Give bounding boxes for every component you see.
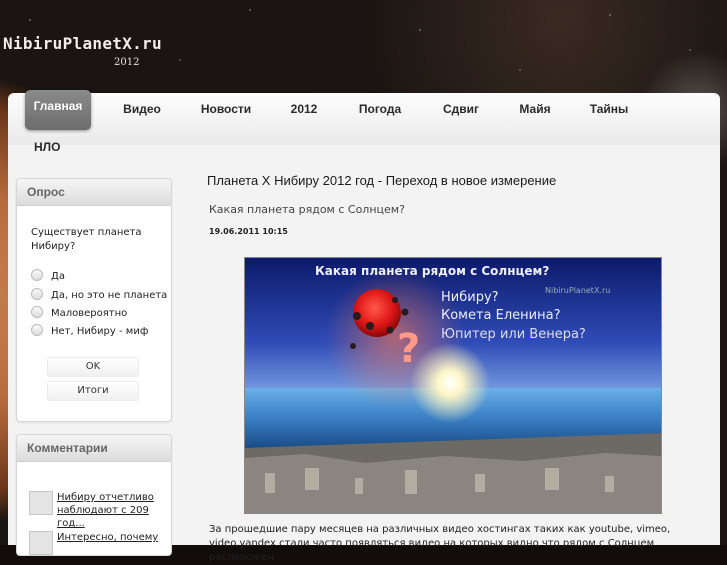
nav-item-maya[interactable]: Майя [510, 93, 560, 133]
nav-item-news[interactable]: Новости [194, 93, 258, 133]
question-mark-graphic: ? [397, 326, 421, 372]
poll-results-button[interactable]: Итоги [47, 381, 139, 401]
avatar [29, 491, 53, 515]
nav-item-video[interactable]: Видео [112, 93, 172, 133]
article-body-line: За прошедшие пару месяцев на различных в… [209, 524, 671, 535]
image-watermark: NibiruPlanetX.ru [545, 286, 611, 295]
poll-option[interactable]: Да, но это не планета [31, 288, 167, 301]
article-body-line: video.yandex стали часто появляться виде… [209, 538, 655, 563]
comments-box: Комментарии Нибиру отчетливо наблюдают с… [16, 434, 172, 556]
radio-button[interactable] [31, 306, 43, 318]
radio-button[interactable] [31, 324, 43, 336]
image-caption-line4: Юпитер или Венера? [441, 327, 586, 342]
comments-title: Комментарии [17, 435, 171, 462]
main-nav: Главная Видео Новости 2012 Погода Сдвиг … [8, 90, 720, 145]
article-image: Какая планета рядом с Солнцем? NibiruPla… [244, 257, 662, 514]
poll-box: Опрос Существует планета Нибиру? Да Да, … [16, 178, 172, 422]
avatar [29, 531, 53, 555]
nav-item-mysteries[interactable]: Тайны [581, 93, 637, 133]
nav-item-2012[interactable]: 2012 [284, 93, 324, 133]
nav-item-home[interactable]: Главная [25, 90, 91, 130]
poll-question: Существует планета Нибиру? [31, 227, 142, 252]
poll-ok-button[interactable]: OK [47, 357, 139, 377]
nav-item-weather[interactable]: Погода [348, 93, 412, 133]
nav-item-ufo[interactable]: НЛО [34, 140, 60, 154]
article-date: 19.06.2011 10:15 [209, 227, 288, 236]
poll-option[interactable]: Нет, Нибиру - миф [31, 324, 148, 337]
image-caption-line3: Комета Еленина? [441, 308, 561, 323]
article-title[interactable]: Планета Х Нибиру 2012 год - Переход в но… [207, 173, 556, 188]
nav-item-shift[interactable]: Сдвиг [434, 93, 488, 133]
image-caption-line1: Какая планета рядом с Солнцем? [315, 264, 550, 278]
comment-text[interactable]: Интересно, почему [57, 531, 169, 544]
radio-button[interactable] [31, 288, 43, 300]
site-logo[interactable]: NibiruPlanetX.ru [3, 34, 162, 53]
article-subtitle: Какая планета рядом с Солнцем? [209, 203, 405, 216]
logo-year: 2012 [114, 57, 140, 68]
poll-title: Опрос [17, 179, 171, 206]
article-body: За прошедшие пару месяцев на различных в… [209, 523, 714, 565]
image-caption-line2: Нибиру? [441, 290, 499, 305]
poll-option[interactable]: Да [31, 269, 65, 282]
poll-option[interactable]: Маловероятно [31, 306, 127, 319]
radio-button[interactable] [31, 269, 43, 281]
comment-text[interactable]: Нибиру отчетливо наблюдают с 209 год... [57, 491, 169, 530]
